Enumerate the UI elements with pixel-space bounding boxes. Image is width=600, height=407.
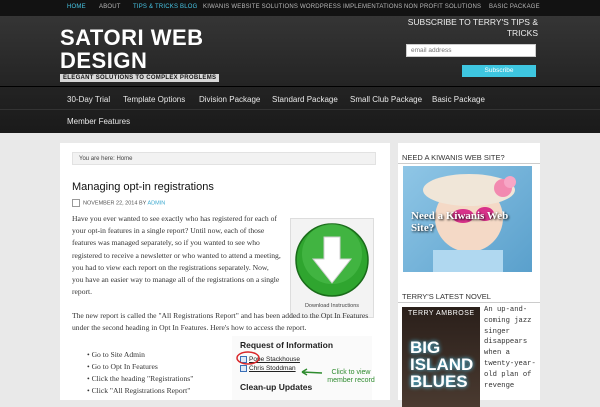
breadcrumb: You are here: Home: [72, 152, 376, 165]
nav-standard-package[interactable]: Standard Package: [272, 95, 338, 104]
steps-list: Go to Site Admin Go to Opt In Features C…: [87, 349, 194, 397]
post-author-link[interactable]: ADMIN: [147, 200, 165, 206]
topnav-home[interactable]: HOME: [67, 4, 86, 10]
topnav-tips-blog[interactable]: TIPS & TRICKS BLOG: [133, 4, 198, 10]
list-item: Click "All Registrations Report": [87, 385, 193, 397]
site-logo[interactable]: SATORI WEB DESIGN: [60, 26, 204, 72]
divider: [398, 302, 540, 303]
nav-division-package[interactable]: Division Package: [199, 95, 260, 104]
book-cover[interactable]: TERRY AMBROSE BIG ISLAND BLUES: [402, 307, 480, 407]
download-arrow-icon: [295, 223, 369, 297]
nav-divider: [0, 109, 600, 110]
download-figure[interactable]: Download Instructions: [290, 218, 374, 318]
request-info-screenshot: Request of Information Pope Stackhouse C…: [232, 336, 375, 400]
topnav-wordpress[interactable]: WORDPRESS IMPLEMENTATIONS: [300, 4, 402, 10]
subscribe-heading: SUBSCRIBE TO TERRY'S TIPS & TRICKS: [407, 17, 538, 38]
site-title-line1: SATORI WEB: [60, 25, 204, 50]
list-item: Click the heading "Registrations": [87, 373, 194, 385]
sidebar: NEED A KIWANIS WEB SITE? Need a Kiwanis …: [398, 143, 540, 407]
topnav-about[interactable]: ABOUT: [99, 4, 121, 10]
kiwanis-ad-text: Need a Kiwanis Web Site?: [411, 210, 509, 234]
nav-30-day-trial[interactable]: 30-Day Trial: [67, 95, 110, 104]
nav-member-features[interactable]: Member Features: [67, 117, 130, 126]
nav-small-club-package[interactable]: Small Club Package: [350, 95, 422, 104]
site-tagline: ELEGANT SOLUTIONS TO COMPLEX PROBLEMS: [60, 74, 220, 82]
post-paragraph-1: Have you ever wanted to see exactly who …: [72, 214, 281, 297]
main-content: You are here: Home Managing opt-in regis…: [60, 143, 390, 400]
email-input[interactable]: [406, 44, 536, 57]
subscribe-button[interactable]: Subscribe: [462, 65, 536, 77]
novel-widget-title: TERRY'S LATEST NOVEL: [402, 292, 491, 301]
figure-caption[interactable]: Download Instructions: [291, 303, 373, 309]
novel-description: An up-and-coming jazz singer disappears …: [484, 306, 536, 390]
request-cleanup: Clean-up Updates: [240, 382, 313, 392]
nav-basic-package[interactable]: Basic Package: [432, 95, 485, 104]
kiwanis-ad-image[interactable]: Need a Kiwanis Web Site?: [403, 166, 532, 272]
post-by: BY: [138, 200, 147, 207]
site-title-line2: DESIGN: [60, 48, 148, 73]
nav-template-options[interactable]: Template Options: [123, 95, 185, 104]
post-meta: NOVEMBER 22, 2014 BY ADMIN: [72, 199, 165, 207]
post-paragraph-2: The new report is called the "All Regist…: [72, 311, 369, 333]
request-annotation: Click to view member record: [327, 369, 375, 384]
post-date: NOVEMBER 22, 2014: [83, 200, 138, 207]
divider: [398, 163, 540, 164]
post-title[interactable]: Managing opt-in registrations: [72, 181, 214, 193]
book-author: TERRY AMBROSE: [408, 310, 475, 317]
site-header: SATORI WEB DESIGN ELEGANT SOLUTIONS TO C…: [0, 16, 600, 86]
topnav-nonprofit[interactable]: NON PROFIT SOLUTIONS: [404, 4, 481, 10]
topnav-basic-package[interactable]: BASIC PACKAGE: [489, 4, 540, 10]
list-item: Go to Opt In Features: [87, 361, 193, 373]
kiwanis-widget-title: NEED A KIWANIS WEB SITE?: [402, 153, 505, 162]
list-item: Go to Site Admin: [87, 349, 193, 361]
calendar-icon: [72, 199, 80, 207]
topnav-kiwanis[interactable]: KIWANIS WEBSITE SOLUTIONS: [203, 4, 298, 10]
top-navigation: HOME ABOUT TIPS & TRICKS BLOG KIWANIS WE…: [0, 0, 600, 16]
book-title: BIG ISLAND BLUES: [410, 338, 474, 391]
